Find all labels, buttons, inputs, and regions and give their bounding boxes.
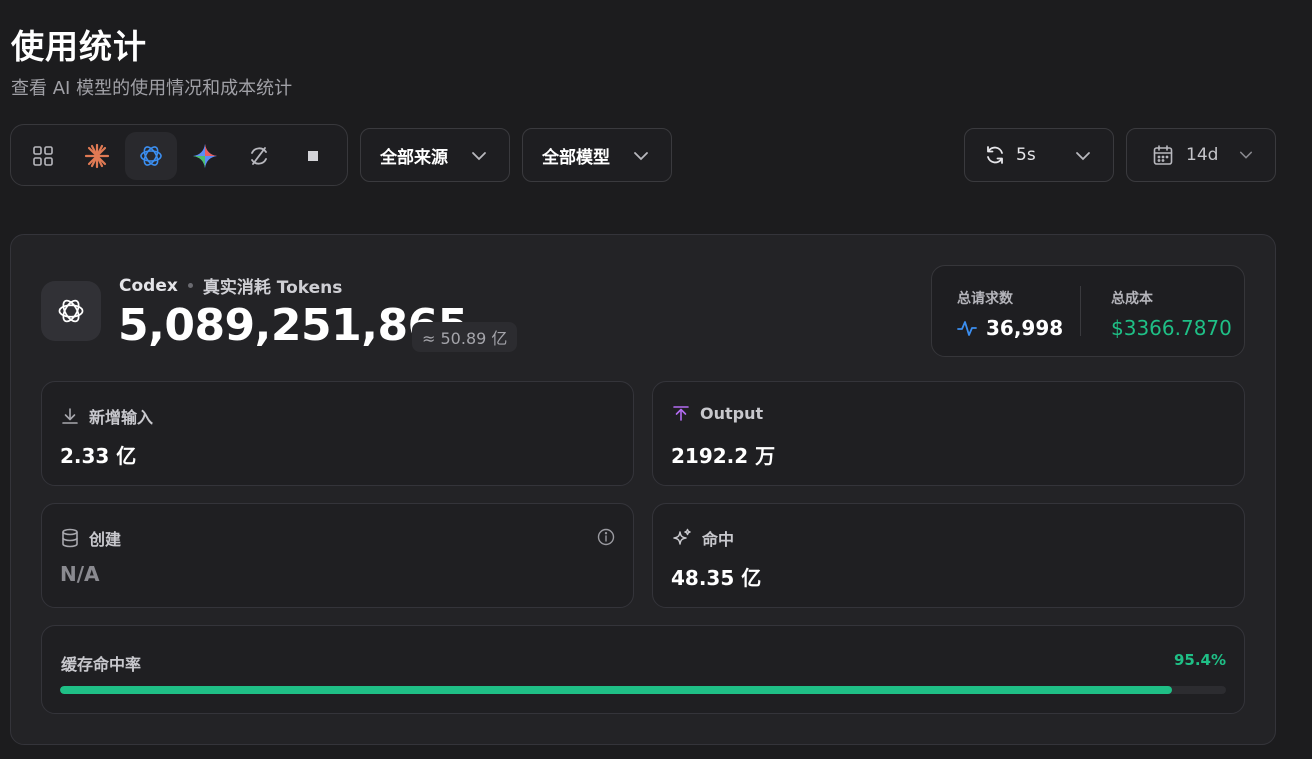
model-filter-value: 全部模型 — [542, 147, 610, 168]
claude-icon — [84, 143, 110, 169]
source-filter-value: 全部来源 — [380, 147, 448, 168]
refresh-interval-dropdown[interactable]: 5s — [964, 128, 1114, 182]
provider-openai-button[interactable] — [125, 132, 177, 180]
openai-icon — [58, 299, 84, 323]
total-cost-label: 总成本 — [1111, 291, 1153, 307]
refresh-interval-value: 5s — [1016, 145, 1036, 165]
info-icon[interactable] — [597, 528, 615, 546]
approx-tokens-badge: ≈ 50.89 亿 — [412, 322, 518, 352]
input-stat-card: 新增输入 2.33 亿 — [41, 381, 634, 486]
provider-other-button[interactable] — [287, 132, 339, 180]
token-metric-label: 真实消耗 Tokens — [202, 278, 343, 298]
create-label: 创建 — [89, 530, 122, 549]
openai-icon — [140, 146, 162, 166]
chevron-down-icon — [634, 152, 648, 161]
page-subtitle: 查看 AI 模型的使用情况和成本统计 — [11, 78, 293, 99]
database-icon — [62, 528, 78, 548]
sparkles-icon — [673, 528, 691, 545]
cache-hit-rate-value: 95.4% — [1173, 651, 1226, 669]
gemini-icon — [193, 144, 217, 168]
refresh-icon — [987, 146, 1003, 164]
model-filter-dropdown[interactable]: 全部模型 — [522, 128, 672, 182]
create-value: N/A — [60, 562, 100, 586]
square-icon — [308, 151, 318, 161]
chevron-down-icon — [1239, 151, 1253, 159]
provider-cycle-button[interactable] — [233, 132, 285, 180]
summary-box: 总请求数 36,998 总成本 $3366.7870 — [931, 265, 1245, 357]
provider-selector — [10, 124, 348, 186]
page-title: 使用统计 — [11, 27, 147, 66]
output-value: 2192.2 万 — [671, 444, 776, 468]
activity-icon — [957, 321, 977, 336]
source-filter-dropdown[interactable]: 全部来源 — [360, 128, 510, 182]
chevron-down-icon — [1076, 152, 1090, 161]
total-cost-value: $3366.7870 — [1111, 316, 1232, 340]
input-label: 新增输入 — [89, 408, 154, 427]
cache-hit-rate-label: 缓存命中率 — [61, 655, 142, 674]
grid-icon — [33, 146, 53, 166]
output-stat-card: Output 2192.2 万 — [652, 381, 1245, 486]
cache-hit-rate-fill — [60, 686, 1173, 694]
hit-stat-card: 命中 48.35 亿 — [652, 503, 1245, 608]
upload-icon — [673, 405, 689, 421]
output-label: Output — [700, 404, 764, 423]
download-icon — [62, 408, 78, 424]
provider-claude-button[interactable] — [71, 132, 123, 180]
date-range-value: 14d — [1186, 145, 1219, 165]
create-stat-card: 创建 N/A — [41, 503, 634, 608]
codex-avatar — [41, 281, 101, 341]
cycle-icon — [251, 147, 267, 165]
total-requests-value: 36,998 — [986, 316, 1064, 340]
provider-gemini-button[interactable] — [179, 132, 231, 180]
source-name: Codex — [119, 275, 178, 296]
cache-hit-rate-bar — [60, 686, 1226, 694]
provider-all-button[interactable] — [17, 132, 69, 180]
chevron-down-icon — [472, 152, 486, 161]
separator-dot — [187, 283, 193, 288]
calendar-icon — [1153, 145, 1173, 165]
summary-divider — [1080, 286, 1081, 336]
hit-label: 命中 — [702, 530, 735, 549]
hit-value: 48.35 亿 — [671, 566, 762, 590]
input-value: 2.33 亿 — [60, 444, 137, 468]
source-line: Codex 真实消耗 Tokens — [119, 273, 343, 299]
total-requests-label: 总请求数 — [957, 291, 1013, 307]
cache-hit-rate-card: 缓存命中率 95.4% — [41, 625, 1245, 714]
date-range-dropdown[interactable]: 14d — [1126, 128, 1276, 182]
